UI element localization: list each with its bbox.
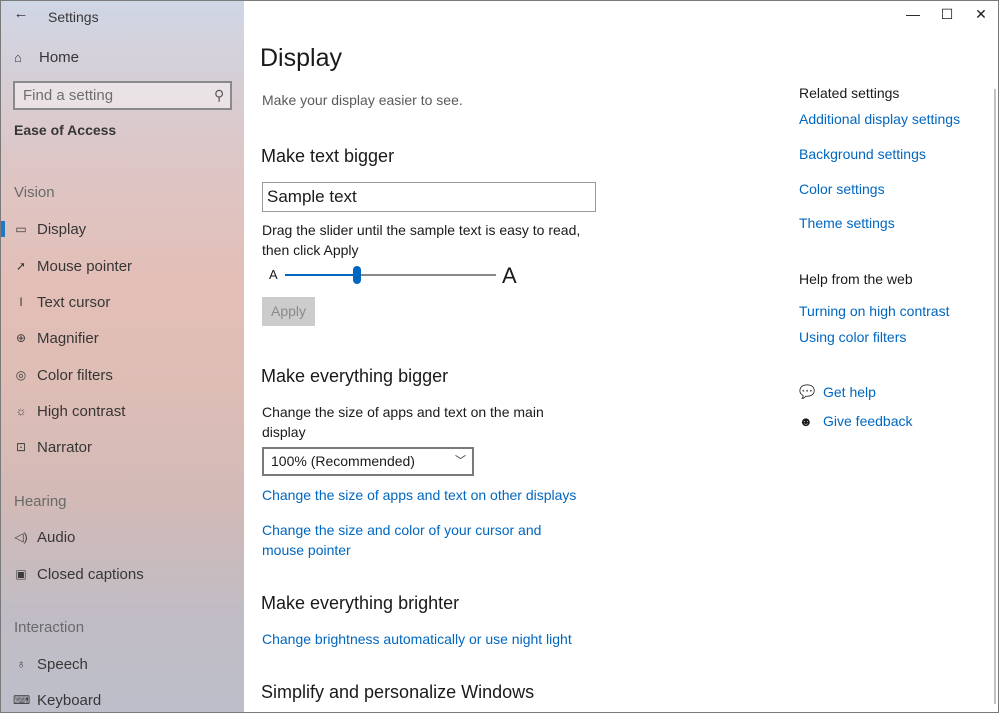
text-cursor-icon: I <box>19 295 23 309</box>
sidebar-item-closed-captions[interactable]: ▣ Closed captions <box>1 560 244 588</box>
sidebar-item-audio[interactable]: ◁) Audio <box>1 523 244 551</box>
heading-make-text-bigger: Make text bigger <box>261 146 395 166</box>
sidebar-item-keyboard[interactable]: ⌨ Keyboard <box>1 686 244 712</box>
settings-window: ← Settings ⌂ Home ⚲ Ease of Access Visio… <box>0 0 999 713</box>
microphone-icon: ♁ <box>16 657 26 671</box>
mouse-pointer-icon: ➚ <box>15 259 27 273</box>
slider-thumb[interactable] <box>353 266 361 284</box>
link-cursor-pointer[interactable]: Change the size and color of your cursor… <box>262 520 582 560</box>
heading-simplify-personalize: Simplify and personalize Windows <box>261 682 535 702</box>
slider-fill <box>285 274 357 276</box>
sidebar-item-color-filters[interactable]: ◎ Color filters <box>1 361 244 389</box>
sidebar-item-speech[interactable]: ♁ Speech <box>1 650 244 678</box>
page-subtitle: Make your display easier to see. <box>262 92 463 108</box>
link-brightness-night-light[interactable]: Change brightness automatically or use n… <box>262 629 572 649</box>
sidebar-item-label: Closed captions <box>37 565 144 583</box>
link-background-settings[interactable]: Background settings <box>799 146 926 162</box>
back-button[interactable]: ← <box>11 5 31 25</box>
scale-dropdown-value: 100% (Recommended) <box>271 453 415 469</box>
sidebar-item-label: Color filters <box>37 366 113 384</box>
link-turning-on-high-contrast[interactable]: Turning on high contrast <box>799 303 949 319</box>
search-input[interactable] <box>23 87 203 104</box>
scrollbar[interactable] <box>994 89 996 704</box>
palette-icon: ◎ <box>15 368 27 382</box>
app-title: Settings <box>48 9 99 25</box>
link-other-displays[interactable]: Change the size of apps and text on othe… <box>262 485 576 505</box>
heading-make-everything-bigger: Make everything bigger <box>261 366 449 386</box>
search-icon[interactable]: ⚲ <box>214 87 224 104</box>
apply-button[interactable]: Apply <box>262 297 315 326</box>
scale-dropdown[interactable]: 100% (Recommended) ﹀ <box>262 447 474 476</box>
sidebar-item-label: Audio <box>37 528 76 546</box>
slider-large-label: A <box>502 263 517 288</box>
sidebar-item-magnifier[interactable]: ⊕ Magnifier <box>1 324 244 352</box>
home-nav-item[interactable]: ⌂ Home <box>14 46 79 68</box>
keyboard-icon: ⌨ <box>13 693 31 707</box>
feedback-icon: ☻ <box>799 413 813 429</box>
sidebar-item-label: Mouse pointer <box>37 257 133 275</box>
sidebar-item-label: Text cursor <box>37 293 111 311</box>
sidebar-item-label: High contrast <box>37 402 126 420</box>
give-feedback-link[interactable]: ☻ Give feedback <box>799 413 913 429</box>
link-color-settings[interactable]: Color settings <box>799 181 885 197</box>
sidebar-item-label: Keyboard <box>37 691 102 709</box>
chevron-down-icon: ﹀ <box>455 455 466 467</box>
text-size-slider[interactable]: A A <box>269 263 529 288</box>
group-label-interaction: Interaction <box>14 619 85 636</box>
search-box[interactable]: ⚲ <box>13 81 232 110</box>
link-using-color-filters[interactable]: Using color filters <box>799 329 906 345</box>
sample-text-box: Sample text <box>262 182 596 212</box>
everything-bigger-description: Change the size of apps and text on the … <box>262 404 544 440</box>
closed-captions-icon: ▣ <box>15 567 27 581</box>
narrator-icon: ⊡ <box>15 440 27 454</box>
related-settings-heading: Related settings <box>799 85 900 101</box>
text-bigger-description: Drag the slider until the sample text is… <box>262 222 581 258</box>
monitor-icon: ▭ <box>15 222 27 236</box>
sidebar-item-label: Display <box>37 220 87 238</box>
home-label: Home <box>39 48 80 66</box>
main-content: Display Make your display easier to see.… <box>244 1 998 712</box>
current-section: Ease of Access <box>14 122 117 138</box>
help-from-web-heading: Help from the web <box>799 271 913 287</box>
sidebar-item-label: Magnifier <box>37 329 99 347</box>
link-theme-settings[interactable]: Theme settings <box>799 215 895 231</box>
sidebar-item-mouse-pointer[interactable]: ➚ Mouse pointer <box>1 252 244 280</box>
sidebar-item-text-cursor[interactable]: I Text cursor <box>1 288 244 316</box>
sidebar-item-high-contrast[interactable]: ☼ High contrast <box>1 397 244 425</box>
magnifier-icon: ⊕ <box>15 331 27 345</box>
chat-help-icon: 💬 <box>799 384 816 399</box>
speaker-icon: ◁) <box>14 530 28 544</box>
sidebar-item-label: Narrator <box>37 438 93 456</box>
group-label-hearing: Hearing <box>14 493 67 510</box>
get-help-link[interactable]: 💬 Get help <box>799 384 876 400</box>
get-help-label: Get help <box>823 384 876 400</box>
link-additional-display-settings[interactable]: Additional display settings <box>799 111 960 127</box>
give-feedback-label: Give feedback <box>823 413 913 429</box>
sidebar-item-narrator[interactable]: ⊡ Narrator <box>1 433 244 461</box>
page-title: Display <box>260 44 342 72</box>
slider-track[interactable] <box>285 266 496 284</box>
sidebar: ← Settings ⌂ Home ⚲ Ease of Access Visio… <box>1 1 244 712</box>
group-label-vision: Vision <box>14 184 55 201</box>
sun-icon: ☼ <box>15 404 27 418</box>
home-icon: ⌂ <box>14 49 22 65</box>
heading-make-everything-brighter: Make everything brighter <box>261 593 460 613</box>
sidebar-item-display[interactable]: ▭ Display <box>1 215 244 243</box>
slider-small-label: A <box>269 267 278 282</box>
sidebar-item-label: Speech <box>37 655 88 673</box>
